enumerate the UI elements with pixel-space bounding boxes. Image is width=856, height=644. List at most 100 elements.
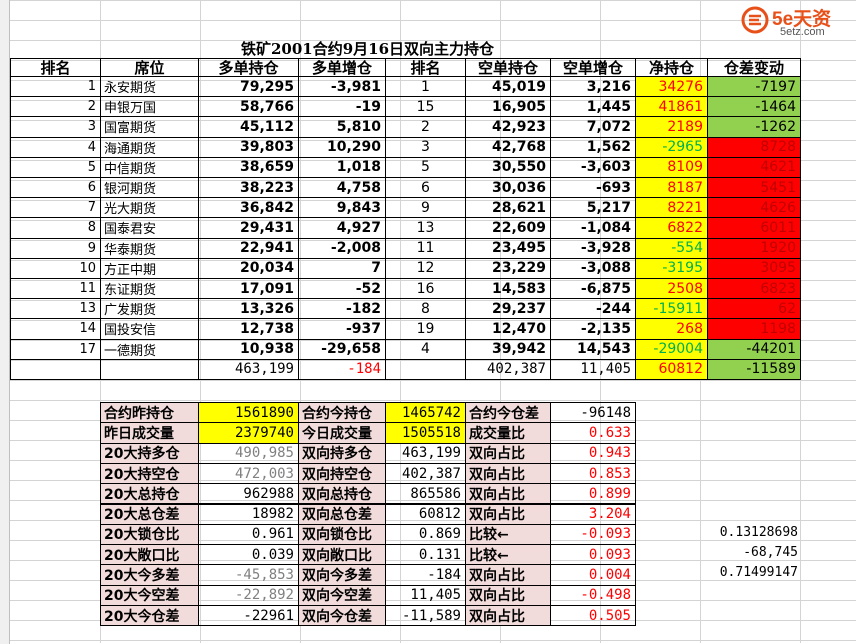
total-long-position[interactable]: 463,199 <box>198 358 299 380</box>
cell-long-position[interactable]: 36,842 <box>198 197 299 219</box>
total-short-change[interactable]: 11,405 <box>550 358 636 380</box>
cell-short-change[interactable]: -3,928 <box>550 237 636 259</box>
row-header[interactable] <box>0 58 10 78</box>
cell-short-rank[interactable]: 16 <box>385 278 466 300</box>
cell-net-position[interactable]: 2508 <box>635 278 708 300</box>
cell-position-diff[interactable]: 1920 <box>707 237 801 259</box>
summary-value-ratio[interactable]: 0.853 <box>550 462 636 485</box>
cell-seat[interactable]: 广发期货 <box>100 298 199 320</box>
cell-rank[interactable]: 13 <box>10 298 101 320</box>
summary-value-dual[interactable]: 0.131 <box>385 544 466 566</box>
cell-short-position[interactable]: 39,942 <box>465 338 551 360</box>
cell-short-change[interactable]: -6,875 <box>550 278 636 300</box>
cell-seat[interactable]: 申银万国 <box>100 96 199 118</box>
cell-position-diff[interactable]: 6011 <box>707 217 801 239</box>
cell-rank[interactable]: 7 <box>10 197 101 219</box>
cell-long-change[interactable]: -182 <box>298 298 386 320</box>
cell-rank[interactable]: 11 <box>10 278 101 300</box>
cell-long-change[interactable]: 10,290 <box>298 136 386 158</box>
header-short-position[interactable]: 空单持仓 <box>465 58 551 77</box>
cell-long-position[interactable]: 20,034 <box>198 257 299 279</box>
cell-position-diff[interactable]: -1262 <box>707 116 801 138</box>
extra-value[interactable]: -68,745 <box>700 545 798 565</box>
row-header[interactable] <box>0 546 10 566</box>
cell-short-rank[interactable]: 1 <box>385 76 466 98</box>
row-header[interactable] <box>0 273 10 293</box>
cell-position-diff[interactable]: -7197 <box>707 76 801 98</box>
row-header[interactable] <box>0 487 10 507</box>
row-header[interactable] <box>0 39 10 59</box>
cell-rank[interactable]: 2 <box>10 96 101 118</box>
summary-value-ratio[interactable]: 0.505 <box>550 605 636 627</box>
cell-net-position[interactable]: 8109 <box>635 156 708 178</box>
summary-value-dual[interactable]: 1505518 <box>385 422 466 444</box>
row-header[interactable] <box>0 78 10 98</box>
cell-short-rank[interactable]: 5 <box>385 156 466 178</box>
header-net-position[interactable]: 净持仓 <box>635 58 708 77</box>
cell-rank[interactable]: 4 <box>10 136 101 158</box>
cell-long-change[interactable]: -2,008 <box>298 237 386 259</box>
cell-short-position[interactable]: 30,036 <box>465 177 551 199</box>
cell-short-change[interactable]: -3,088 <box>550 257 636 279</box>
summary-label-ratio[interactable]: 双向占比 <box>465 503 551 525</box>
summary-value-20[interactable]: -22,892 <box>198 584 299 606</box>
row-header[interactable] <box>0 331 10 351</box>
cell-short-rank[interactable]: 2 <box>385 116 466 138</box>
row-header[interactable] <box>0 19 10 39</box>
summary-label-20[interactable]: 20大今仓差 <box>100 605 199 627</box>
cell-seat[interactable]: 国泰君安 <box>100 217 199 239</box>
cell-rank[interactable]: 9 <box>10 237 101 259</box>
cell-long-position[interactable]: 79,295 <box>198 76 299 98</box>
row-header[interactable] <box>0 214 10 234</box>
summary-label-dual[interactable]: 双向今空差 <box>298 584 386 606</box>
cell-long-change[interactable]: 9,843 <box>298 197 386 219</box>
summary-label-20[interactable]: 20大今多差 <box>100 564 199 586</box>
cell-seat[interactable]: 永安期货 <box>100 76 199 98</box>
cell-seat[interactable]: 国富期货 <box>100 116 199 138</box>
summary-value-dual[interactable]: 60812 <box>385 503 466 525</box>
row-header[interactable] <box>0 585 10 605</box>
summary-value-dual[interactable]: 402,387 <box>385 462 466 485</box>
cell-long-position[interactable]: 45,112 <box>198 116 299 138</box>
cell-long-change[interactable]: 4,927 <box>298 217 386 239</box>
cell-net-position[interactable]: 8187 <box>635 177 708 199</box>
summary-value-ratio[interactable]: -0.093 <box>550 523 636 546</box>
summary-label-dual[interactable]: 双向锁仓比 <box>298 523 386 546</box>
cell-seat[interactable]: 方正中期 <box>100 257 199 279</box>
cell-short-position[interactable]: 23,495 <box>465 237 551 259</box>
summary-label-20[interactable]: 20大锁仓比 <box>100 523 199 546</box>
cell-short-position[interactable]: 30,550 <box>465 156 551 178</box>
cell-long-position[interactable]: 38,659 <box>198 156 299 178</box>
summary-label-ratio[interactable]: 合约今仓差 <box>465 402 551 424</box>
row-header[interactable] <box>0 351 10 371</box>
summary-value-ratio[interactable]: 0.943 <box>550 442 636 464</box>
cell-rank[interactable]: 8 <box>10 217 101 239</box>
summary-label-ratio[interactable]: 双向占比 <box>465 605 551 627</box>
cell-net-position[interactable]: 2189 <box>635 116 708 138</box>
cell-short-rank[interactable]: 13 <box>385 217 466 239</box>
summary-value-ratio[interactable]: 0.004 <box>550 564 636 586</box>
cell-seat[interactable]: 中信期货 <box>100 156 199 178</box>
cell-position-diff[interactable]: 6823 <box>707 278 801 300</box>
cell-short-position[interactable]: 42,923 <box>465 116 551 138</box>
row-header[interactable] <box>0 195 10 215</box>
cell-net-position[interactable]: 41861 <box>635 96 708 118</box>
row-header[interactable] <box>0 136 10 156</box>
summary-value-20[interactable]: -22961 <box>198 605 299 627</box>
cell-short-change[interactable]: 14,543 <box>550 338 636 360</box>
summary-label-dual[interactable]: 双向今多差 <box>298 564 386 586</box>
header-position-diff[interactable]: 仓差变动 <box>707 58 801 77</box>
cell-short-rank[interactable]: 3 <box>385 136 466 158</box>
summary-value-ratio[interactable]: 3.204 <box>550 503 636 525</box>
summary-value-20[interactable]: 490,985 <box>198 442 299 464</box>
cell-position-diff[interactable]: 4621 <box>707 156 801 178</box>
summary-value-20[interactable]: 472,003 <box>198 462 299 485</box>
cell-long-position[interactable]: 17,091 <box>198 278 299 300</box>
summary-label-ratio[interactable]: 比较← <box>465 523 551 546</box>
row-header[interactable] <box>0 97 10 117</box>
cell-seat[interactable]: 东证期货 <box>100 278 199 300</box>
cell-rank[interactable]: 10 <box>10 257 101 279</box>
cell-net-position[interactable]: 268 <box>635 318 708 340</box>
cell-short-rank[interactable]: 6 <box>385 177 466 199</box>
cell-long-change[interactable]: -29,658 <box>298 338 386 360</box>
